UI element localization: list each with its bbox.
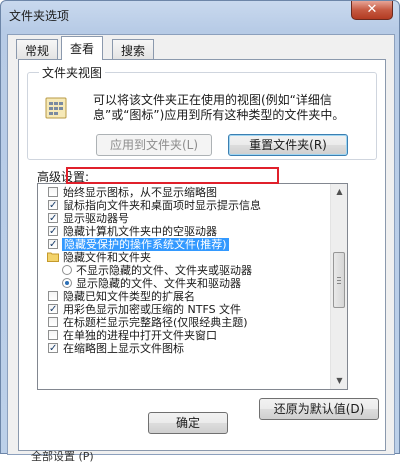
list-item-label: 在缩略图上显示文件图标 — [63, 342, 184, 355]
scroll-down-icon[interactable]: ▼ — [332, 373, 347, 389]
list-item-label: 显示隐藏的文件、文件夹和驱动器 — [76, 277, 241, 290]
checkbox-unchecked[interactable] — [48, 187, 58, 197]
close-icon: ✕ — [366, 2, 378, 17]
ok-button[interactable]: 确定 — [148, 412, 228, 434]
list-item-label: 用彩色显示加密或压缩的 NTFS 文件 — [63, 303, 242, 316]
folder-views-group: 可以将该文件夹正在使用的视图(例如“详细信息”或“图标”)应用到所有这种类型的文… — [27, 72, 377, 160]
list-item-label: 隐藏受保护的操作系统文件(推荐) — [62, 238, 229, 251]
vertical-scrollbar[interactable]: ▲ ▼ — [330, 184, 347, 389]
partial-background-text: 全部设置 (P) — [31, 450, 94, 463]
list-item-label: 显示驱动器号 — [63, 212, 129, 225]
list-item-label: 在单独的进程中打开文件夹窗口 — [63, 329, 217, 342]
list-item-label: 始终显示图标，从不显示缩略图 — [63, 186, 217, 199]
folder-icon — [47, 252, 59, 262]
tab-view-label: 查看 — [70, 42, 95, 56]
tab-search-label: 搜索 — [121, 44, 146, 58]
checkbox-checked[interactable]: ✓ — [48, 200, 58, 211]
tab-general-label: 常规 — [25, 44, 50, 58]
checkbox-unchecked[interactable] — [48, 330, 58, 340]
checkbox-checked[interactable]: ✓ — [48, 304, 58, 315]
list-item-label: 隐藏计算机文件夹中的空驱动器 — [63, 225, 217, 238]
highlight-annotation — [66, 167, 279, 184]
list-item-label: 隐藏文件和文件夹 — [63, 251, 151, 264]
folder-options-window: 文件夹选项 ✕ 常规 查看 搜索 可以将该文件夹正在使用的视图(例如“详细信息”… — [0, 0, 400, 463]
scroll-up-icon[interactable]: ▲ — [332, 184, 347, 200]
radio-unselected[interactable] — [62, 265, 72, 275]
folder-views-description: 可以将该文件夹正在使用的视图(例如“详细信息”或“图标”)应用到所有这种类型的文… — [93, 93, 345, 122]
tab-general[interactable]: 常规 — [16, 39, 59, 59]
advanced-settings-rows: 始终显示图标，从不显示缩略图 ✓ 鼠标指向文件夹和桌面项时显示提示信息 ✓ 显示… — [38, 184, 330, 389]
radio-selected[interactable] — [62, 278, 72, 288]
scroll-thumb[interactable] — [333, 252, 345, 308]
apply-to-folders-button[interactable]: 应用到文件夹(L) — [96, 134, 212, 156]
tab-view[interactable]: 查看 — [61, 36, 104, 60]
advanced-settings-list[interactable]: 始终显示图标，从不显示缩略图 ✓ 鼠标指向文件夹和桌面项时显示提示信息 ✓ 显示… — [37, 183, 348, 390]
reset-folders-button[interactable]: 重置文件夹(R) — [228, 134, 348, 156]
window-title: 文件夹选项 — [9, 9, 70, 23]
restore-defaults-button[interactable]: 还原为默认值(D) — [259, 398, 379, 420]
checkbox-checked[interactable]: ✓ — [48, 213, 58, 224]
checkbox-unchecked[interactable] — [48, 317, 58, 327]
checkbox-checked[interactable]: ✓ — [48, 343, 58, 354]
list-item-label: 在标题栏显示完整路径(仅限经典主题) — [63, 316, 248, 329]
folder-views-title: 文件夹视图 — [39, 64, 106, 81]
tab-search[interactable]: 搜索 — [112, 39, 155, 59]
list-item-label: 不显示隐藏的文件、文件夹或驱动器 — [76, 264, 252, 277]
list-item-label: 鼠标指向文件夹和桌面项时显示提示信息 — [63, 199, 261, 212]
view-tab-panel: 可以将该文件夹正在使用的视图(例如“详细信息”或“图标”)应用到所有这种类型的文… — [18, 59, 386, 451]
folder-view-icon — [45, 97, 67, 119]
checkbox-unchecked[interactable] — [48, 291, 58, 301]
checkbox-checked[interactable]: ✓ — [48, 226, 58, 237]
checkbox-checked[interactable]: ✓ — [48, 239, 58, 250]
dialog-client: 常规 查看 搜索 可以将该文件夹正在使用的视图(例如“详细信息”或“图标”)应用… — [7, 34, 395, 455]
list-item-label: 隐藏已知文件类型的扩展名 — [63, 290, 195, 303]
close-button[interactable]: ✕ — [351, 1, 393, 20]
